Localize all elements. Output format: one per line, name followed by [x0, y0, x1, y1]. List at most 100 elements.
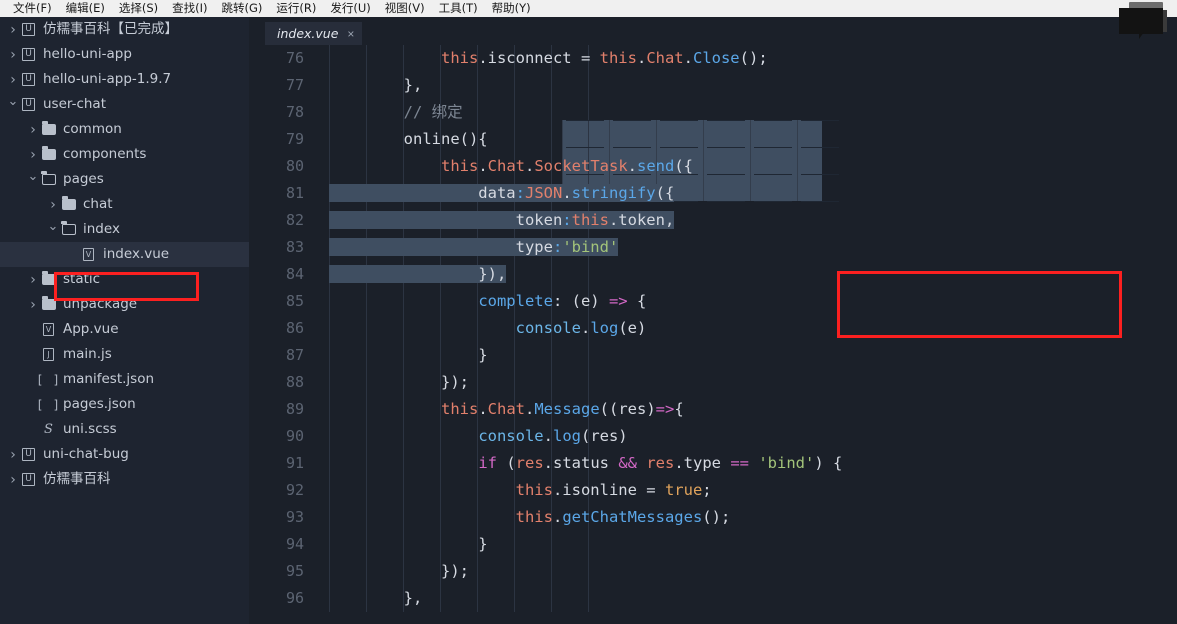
- code-token: log: [590, 319, 619, 337]
- code-line[interactable]: 86 console.log(e): [249, 315, 1177, 342]
- code-line[interactable]: 83 type:'bind': [249, 234, 1177, 261]
- chevron-right-icon[interactable]: [6, 67, 20, 92]
- chevron-right-icon[interactable]: [26, 292, 40, 317]
- project-explorer[interactable]: U仿糯事百科【已完成】Uhello-uni-appUhello-uni-app-…: [0, 17, 249, 624]
- sidebar-item-uni-chat-bug[interactable]: Uuni-chat-bug: [0, 442, 249, 467]
- line-number: 77: [285, 76, 304, 94]
- chevron-down-icon[interactable]: [26, 167, 40, 192]
- menu-edit[interactable]: 编辑(E): [59, 0, 112, 17]
- menu-find[interactable]: 查找(I): [165, 0, 214, 17]
- sidebar-item-static[interactable]: static: [0, 267, 249, 292]
- sidebar-item-unpackage[interactable]: unpackage: [0, 292, 249, 317]
- code-line[interactable]: 96 },: [249, 585, 1177, 612]
- code-line[interactable]: 87 }: [249, 342, 1177, 369]
- code-line[interactable]: 91 if (res.status && res.type == 'bind')…: [249, 450, 1177, 477]
- sidebar-item-pages[interactable]: pages: [0, 167, 249, 192]
- sidebar-item-main.js[interactable]: Jmain.js: [0, 342, 249, 367]
- code-line[interactable]: 89 this.Chat.Message((res)=>{: [249, 396, 1177, 423]
- sidebar-item-label: uni.scss: [63, 421, 117, 437]
- code-token: {: [674, 400, 684, 418]
- code-token: },: [329, 589, 423, 607]
- code-line[interactable]: 82 token:this.token,: [249, 207, 1177, 234]
- line-number: 91: [285, 454, 304, 472]
- sidebar-item-[interactable]: U 仿糯事百科: [0, 467, 249, 492]
- code-token: Chat: [487, 400, 525, 418]
- code-token: 'bind': [562, 238, 619, 256]
- code-text: token:this.token,: [307, 207, 1177, 234]
- sidebar-item-hello-uni-app[interactable]: Uhello-uni-app: [0, 42, 249, 67]
- code-editor[interactable]: 76 this.isconnect = this.Chat.Close(); 77…: [249, 45, 1177, 624]
- sidebar-item-label: common: [63, 121, 122, 137]
- menu-help[interactable]: 帮助(Y): [485, 0, 538, 17]
- sidebar-item-label: hello-uni-app: [43, 46, 132, 62]
- vue-file-icon: V: [80, 242, 97, 267]
- sidebar-item-index[interactable]: index: [0, 217, 249, 242]
- code-line[interactable]: 95 });: [249, 558, 1177, 585]
- menu-select[interactable]: 选择(S): [112, 0, 165, 17]
- code-token: });: [329, 562, 469, 580]
- chevron-right-icon[interactable]: [6, 42, 20, 67]
- folder-icon: [40, 142, 57, 167]
- code-token: }),: [329, 265, 507, 283]
- code-line[interactable]: 88 });: [249, 369, 1177, 396]
- chevron-down-icon[interactable]: [46, 217, 60, 242]
- menu-goto[interactable]: 跳转(G): [215, 0, 270, 17]
- code-token: .: [562, 184, 572, 202]
- menu-run[interactable]: 运行(R): [269, 0, 323, 17]
- sidebar-item-components[interactable]: components: [0, 142, 249, 167]
- sidebar-item-index.vue[interactable]: Vindex.vue: [0, 242, 249, 267]
- code-line[interactable]: 92 this.isonline = true;: [249, 477, 1177, 504]
- sidebar-item-label: components: [63, 146, 147, 162]
- menu-publish[interactable]: 发行(U): [323, 0, 377, 17]
- sidebar-item-[interactable]: U 仿糯事百科【已完成】: [0, 17, 249, 42]
- code-text: this.Chat.SocketTask.send({: [307, 153, 1177, 180]
- code-token: res: [515, 454, 544, 472]
- chevron-right-icon[interactable]: [6, 17, 20, 42]
- uni-project-icon: U: [20, 17, 37, 42]
- sidebar-item-user-chat[interactable]: Uuser-chat: [0, 92, 249, 117]
- chevron-right-icon[interactable]: [6, 467, 20, 492]
- code-text: });: [307, 558, 1177, 585]
- sidebar-item-common[interactable]: common: [0, 117, 249, 142]
- code-token: res: [646, 454, 675, 472]
- chevron-right-icon[interactable]: [26, 142, 40, 167]
- window-panel-icon[interactable]: [1115, 0, 1173, 40]
- sidebar-item-uni.scss[interactable]: Suni.scss: [0, 417, 249, 442]
- code-line[interactable]: 84 }),: [249, 261, 1177, 288]
- chevron-right-icon[interactable]: [46, 192, 60, 217]
- code-line[interactable]: 81 data:JSON.stringify({: [249, 180, 1177, 207]
- menu-tools[interactable]: 工具(T): [432, 0, 485, 17]
- code-text: // 绑定: [307, 99, 1177, 126]
- sidebar-item-app.vue[interactable]: V App.vue: [0, 317, 249, 342]
- code-token: console: [515, 319, 581, 337]
- code-line[interactable]: 76 this.isconnect = this.Chat.Close();: [249, 45, 1177, 72]
- code-line[interactable]: 78 // 绑定: [249, 99, 1177, 126]
- sidebar-item-pages.json[interactable]: [ ] pages.json: [0, 392, 249, 417]
- code-line[interactable]: 77 },: [249, 72, 1177, 99]
- sidebar-item-hello-uni-app-1.9.7[interactable]: Uhello-uni-app-1.9.7: [0, 67, 249, 92]
- sidebar-item-label: main.js: [63, 346, 112, 362]
- code-line[interactable]: 90 console.log(res): [249, 423, 1177, 450]
- sidebar-item-label: uni-chat-bug: [43, 446, 129, 462]
- tab-index-vue[interactable]: index.vue ×: [265, 22, 363, 45]
- menu-file[interactable]: 文件(F): [6, 0, 59, 17]
- code-line[interactable]: 93 this.getChatMessages();: [249, 504, 1177, 531]
- code-line[interactable]: 94 }: [249, 531, 1177, 558]
- close-icon[interactable]: ×: [347, 28, 354, 40]
- sidebar-item-manifest.json[interactable]: [ ] manifest.json: [0, 367, 249, 392]
- chevron-right-icon[interactable]: [6, 442, 20, 467]
- chevron-right-icon[interactable]: [26, 267, 40, 292]
- chevron-down-icon[interactable]: [6, 92, 20, 117]
- sidebar-item-chat[interactable]: chat: [0, 192, 249, 217]
- code-token: this: [515, 481, 553, 499]
- line-number: 96: [285, 589, 304, 607]
- code-line[interactable]: 79 online(){: [249, 126, 1177, 153]
- chevron-right-icon[interactable]: [26, 117, 40, 142]
- menu-view[interactable]: 视图(V): [378, 0, 432, 17]
- code-text: },: [307, 585, 1177, 612]
- code-token: this: [440, 157, 479, 175]
- code-line[interactable]: 85 complete: (e) => {: [249, 288, 1177, 315]
- code-line[interactable]: 80 this.Chat.SocketTask.send({: [249, 153, 1177, 180]
